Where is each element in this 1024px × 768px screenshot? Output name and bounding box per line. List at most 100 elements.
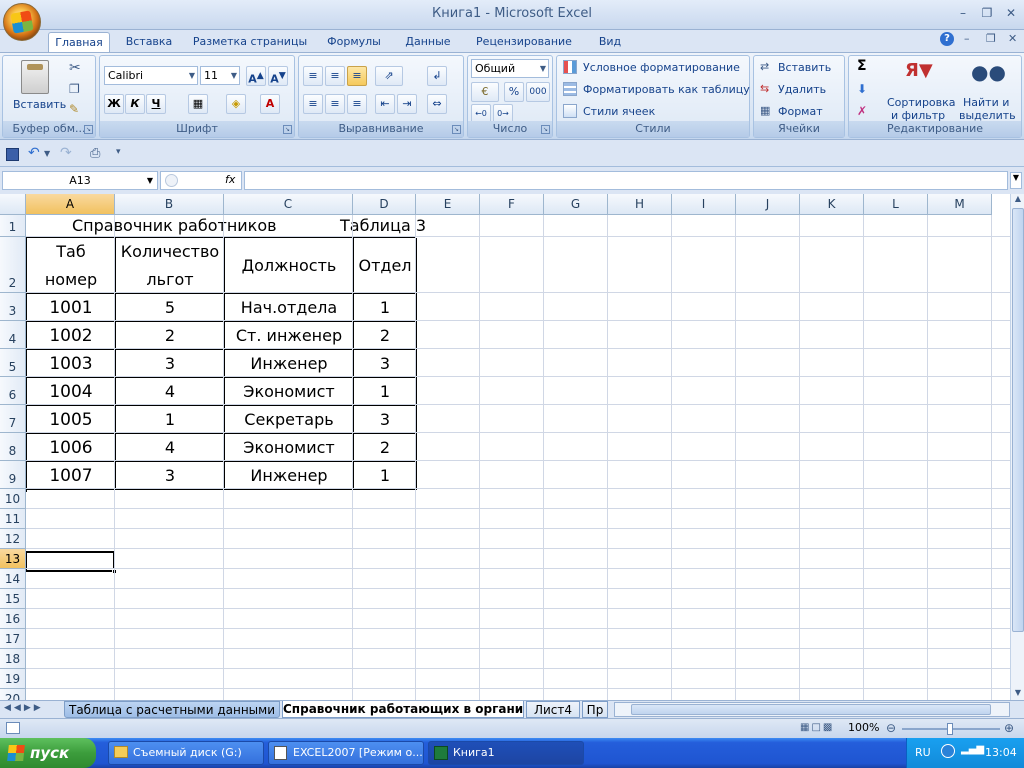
print-preview-icon[interactable]: ⎙ [90, 146, 100, 161]
percent-button[interactable]: % [504, 82, 524, 102]
decrease-indent-icon[interactable]: ⇤ [375, 94, 395, 114]
vertical-scrollbar[interactable]: ▲ ▼ [1010, 194, 1024, 704]
font-name-box[interactable]: Calibri ▼ [104, 66, 198, 85]
binoculars-icon[interactable]: ●● [971, 60, 1006, 84]
row-header-13[interactable]: 13 [0, 549, 26, 569]
column-header-i[interactable]: I [672, 194, 736, 215]
cell-benefit-count[interactable]: 4 [116, 434, 225, 462]
cell-position[interactable]: Инженер [225, 350, 354, 378]
table-label[interactable]: Таблица 3 [340, 215, 440, 237]
row-header-19[interactable]: 19 [0, 669, 26, 689]
column-header-h[interactable]: H [608, 194, 672, 215]
header-position[interactable]: Должность [225, 238, 354, 294]
header-benefit-count[interactable]: Количество льгот [116, 238, 225, 294]
font-color-icon[interactable]: A [260, 94, 280, 114]
row-header-5[interactable]: 5 [0, 349, 26, 377]
clear-icon[interactable]: ✗ [857, 104, 867, 118]
font-launcher-icon[interactable]: ↘ [283, 125, 292, 134]
fill-icon[interactable]: ⬇ [857, 82, 867, 96]
row-header-8[interactable]: 8 [0, 433, 26, 461]
ribbon-minimize-icon[interactable]: – [964, 32, 970, 45]
ribbon-close-icon[interactable]: ✕ [1008, 32, 1017, 45]
cell-department[interactable]: 2 [354, 434, 417, 462]
horizontal-scrollbar[interactable] [614, 702, 1010, 717]
cut-icon[interactable]: ✂ [69, 60, 81, 76]
view-buttons-icon[interactable]: ▦□▩ [800, 722, 834, 733]
cell-tab-number[interactable]: 1005 [27, 406, 116, 434]
start-button[interactable]: пуск [0, 738, 96, 768]
cell-benefit-count[interactable]: 5 [116, 294, 225, 322]
alignment-launcher-icon[interactable]: ↘ [452, 125, 461, 134]
row-header-3[interactable]: 3 [0, 293, 26, 321]
row-header-1[interactable]: 1 [0, 215, 26, 237]
sheet-tab-truncated[interactable]: Пр [582, 701, 608, 718]
cell-position[interactable]: Нач.отдела [225, 294, 354, 322]
row-header-18[interactable]: 18 [0, 649, 26, 669]
help-icon[interactable]: ? [940, 32, 954, 46]
grow-font-icon[interactable]: A▲ [246, 66, 266, 86]
thousands-button[interactable]: 000 [526, 82, 550, 102]
sort-filter-icon[interactable]: Я▼ [905, 60, 933, 81]
column-header-m[interactable]: M [928, 194, 992, 215]
cell-tab-number[interactable]: 1006 [27, 434, 116, 462]
italic-button[interactable]: К [125, 94, 145, 114]
column-header-l[interactable]: L [864, 194, 928, 215]
save-icon[interactable] [6, 148, 19, 161]
select-all-corner[interactable] [0, 194, 26, 215]
find-select-line1[interactable]: Найти и [963, 96, 1009, 109]
undo-icon[interactable]: ↶ [28, 145, 40, 161]
format-cells-button[interactable]: Формат [778, 105, 823, 118]
underline-button[interactable]: Ч [146, 94, 166, 114]
paste-icon[interactable] [21, 60, 49, 94]
cell-benefit-count[interactable]: 4 [116, 378, 225, 406]
insert-cells-button[interactable]: Вставить [778, 61, 831, 74]
column-header-g[interactable]: G [544, 194, 608, 215]
fill-color-icon[interactable]: ◈ [226, 94, 246, 114]
column-header-d[interactable]: D [353, 194, 416, 215]
tab-insert[interactable]: Вставка [118, 32, 180, 52]
cell-position[interactable]: Инженер [225, 462, 354, 490]
align-center-icon[interactable]: ≡ [325, 94, 345, 114]
header-department[interactable]: Отдел [354, 238, 417, 294]
sheet-nav-icon[interactable]: ◀◀▶▶ [4, 703, 44, 713]
column-header-k[interactable]: K [800, 194, 864, 215]
column-header-c[interactable]: C [224, 194, 353, 215]
orientation-icon[interactable]: ⇗ [375, 66, 403, 86]
wrap-text-icon[interactable]: ↲ [427, 66, 447, 86]
cell-benefit-count[interactable]: 2 [116, 322, 225, 350]
network-icon[interactable] [941, 744, 955, 758]
tab-data[interactable]: Данные [396, 32, 460, 52]
shrink-font-icon[interactable]: A▼ [268, 66, 288, 86]
tab-view[interactable]: Вид [588, 32, 632, 52]
row-header-12[interactable]: 12 [0, 529, 26, 549]
scroll-thumb[interactable] [1012, 208, 1024, 632]
sheet-tab-list4[interactable]: Лист4 [526, 701, 580, 718]
chevron-down-icon[interactable]: ▼ [44, 149, 50, 158]
row-header-6[interactable]: 6 [0, 377, 26, 405]
maximize-icon[interactable]: ❐ [974, 4, 1000, 22]
office-button[interactable] [3, 3, 41, 41]
zoom-in-icon[interactable]: ⊕ [1004, 721, 1014, 735]
align-middle-icon[interactable]: ≡ [325, 66, 345, 86]
minimize-icon[interactable]: – [950, 4, 976, 22]
font-size-box[interactable]: 11 ▼ [200, 66, 240, 85]
scroll-down-icon[interactable]: ▼ [1012, 688, 1024, 700]
merge-center-icon[interactable]: ⇔ [427, 94, 447, 114]
row-header-20[interactable]: 20 [0, 689, 26, 700]
copy-icon[interactable]: ❐ [69, 82, 80, 96]
cell-position[interactable]: Экономист [225, 378, 354, 406]
language-indicator[interactable]: RU [915, 746, 931, 759]
ribbon-restore-icon[interactable]: ❐ [986, 32, 996, 45]
cell-benefit-count[interactable]: 3 [116, 350, 225, 378]
number-format-box[interactable]: Общий ▼ [471, 59, 549, 78]
task-removable-disk[interactable]: Съемный диск (G:) [108, 741, 264, 765]
worksheet-grid[interactable]: Справочник работников Таблица 3 Таб номе… [0, 194, 1010, 700]
currency-icon[interactable]: € [471, 82, 499, 102]
align-right-icon[interactable]: ≡ [347, 94, 367, 114]
insert-function-button[interactable]: fx [225, 173, 235, 186]
cell-styles-button[interactable]: Стили ячеек [583, 105, 655, 118]
cell-position[interactable]: Ст. инженер [225, 322, 354, 350]
column-header-e[interactable]: E [416, 194, 480, 215]
bold-button[interactable]: Ж [104, 94, 124, 114]
chevron-down-icon[interactable]: ▼ [540, 60, 546, 77]
